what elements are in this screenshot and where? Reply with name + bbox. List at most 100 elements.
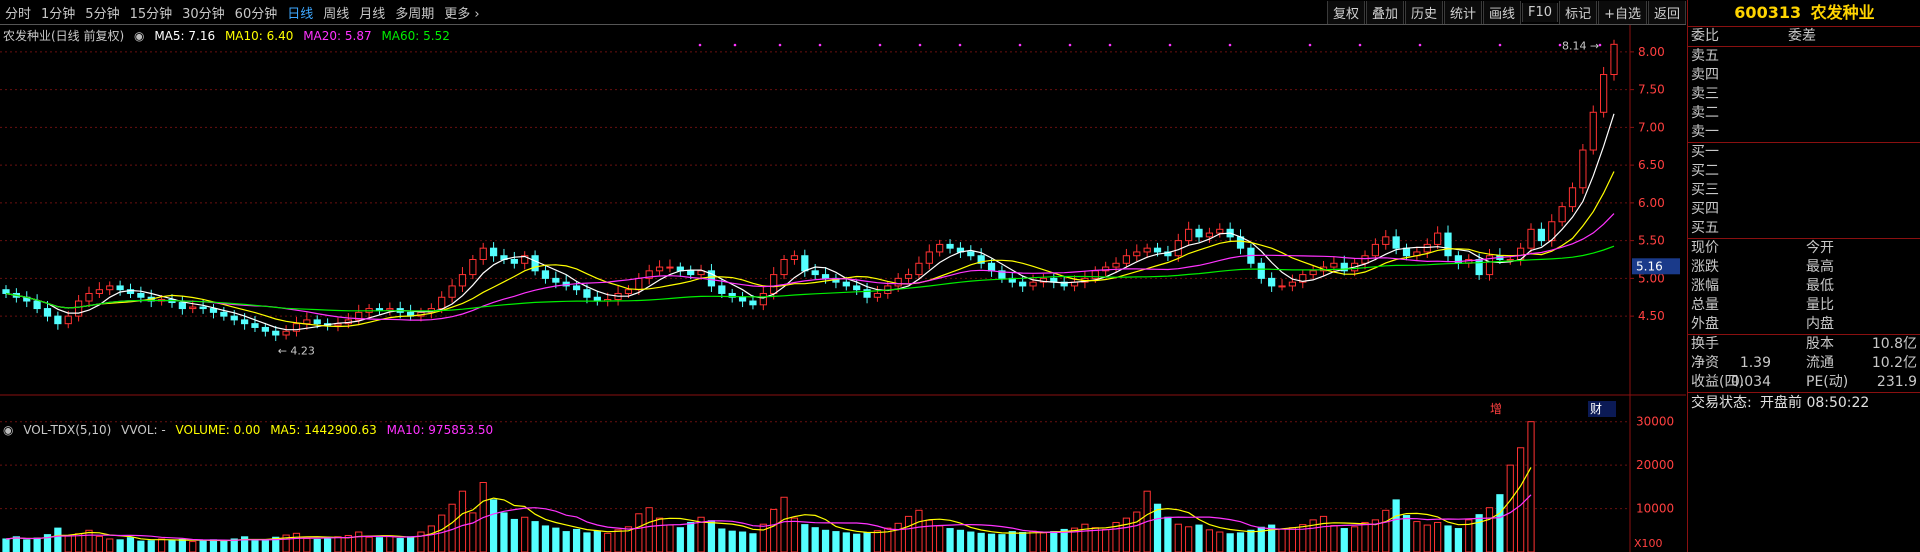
toolbar-button[interactable]: 画线 [1483,0,1522,24]
volume-bar [1081,523,1089,552]
event-dot [878,43,882,47]
volume-bar [33,537,41,552]
volume-bar [562,531,570,552]
period-tab[interactable]: 15分钟 [125,3,178,22]
event-dot [1558,43,1562,47]
quote-row: 买五 [1688,219,1920,238]
volume-bar [469,512,477,552]
candle-body [1568,187,1577,208]
candle-body [220,311,228,317]
stock-name: 农发种业 [1810,3,1875,22]
candle-body [801,255,809,272]
price-tick-label: 7.00 [1638,120,1665,134]
quote-row: 卖四 [1688,66,1920,85]
volume-bar [1434,521,1442,552]
volume-bar [552,527,560,552]
volume-bar [676,527,684,552]
volume-bar [261,539,269,552]
candle-body [541,270,550,279]
candle-body [811,270,819,276]
vvol-label: VVOL: - [121,423,166,437]
toolbar-button[interactable]: 叠加 [1365,0,1404,24]
period-tab[interactable]: 分时 [0,3,36,22]
toolbar-button[interactable]: 标记 [1559,0,1598,24]
candle-body [1610,43,1618,76]
volume-bar [1527,421,1535,552]
quote-row: 净资 1.39 流通 10.2亿 [1688,354,1920,373]
row-label: 净资 [1691,355,1719,371]
candle-body [624,289,633,294]
candle-body [946,243,954,249]
volume-bar [313,538,321,552]
period-tab[interactable]: 1分钟 [36,3,80,22]
price-tick-label: 4.50 [1638,309,1665,323]
volume-bar [1506,464,1514,552]
period-tab[interactable]: 月线 [354,3,390,22]
candle-body [1216,228,1224,234]
event-dot [1498,43,1502,47]
candle-body [853,285,861,291]
volume-bar [1485,507,1494,552]
event-marker: 财 [1590,402,1602,416]
volume-bar [137,540,145,552]
volume-label: VOLUME: 0.00 [175,423,261,437]
volume-bar [604,532,612,552]
quote-row: 收益(四) 0.034 PE(动) 231.9 [1688,373,1920,392]
quote-row: 外盘 内盘 [1688,315,1920,334]
volume-bar [1019,531,1027,552]
settings-icon[interactable]: ◉ [134,29,144,43]
settings-icon[interactable]: ◉ [3,423,13,437]
candle-body [1527,228,1535,249]
candle-body [1537,228,1545,242]
right-toolbar: 复权 叠加 历史 统计 画线 F10 标记 +自选 返回 [1326,0,1686,24]
volume-bar [220,540,228,552]
row-value: 0.034 [1730,374,1771,390]
price-tick-label: 5.50 [1638,234,1665,248]
period-tab[interactable]: 周线 [318,3,354,22]
toolbar-button[interactable]: 复权 [1326,0,1365,24]
toolbar-button[interactable]: F10 [1522,2,1559,22]
chart-area[interactable]: 8.00 7.50 7.00 6.50 6.00 5.50 5.00 4.50 30000 200… [0,25,1686,552]
row-label: 卖四 [1691,67,1719,83]
toolbar-button[interactable]: 统计 [1444,0,1483,24]
toolbar-button[interactable]: 历史 [1404,0,1443,24]
status-label: 交易状态: [1691,395,1752,411]
main-legend: 农发种业(日线 前复权) ◉ MA5: 7.16 MA10: 6.40 MA20… [3,27,456,43]
candle-body [687,270,695,276]
volume-bar [821,529,830,552]
candle-body [1371,243,1380,257]
period-tab[interactable]: 5分钟 [80,3,124,22]
candle-body [261,326,269,332]
candle-body [1257,262,1265,279]
vol-ma10-label: MA10: 975853.50 [386,423,494,437]
volume-bar [158,538,166,552]
volume-bar [759,523,767,552]
period-tab[interactable]: 30分钟 [177,3,230,22]
event-dot [1068,43,1072,47]
candle-body [1579,149,1587,189]
row-label-2: 股本 [1806,336,1834,352]
volume-bar [1454,528,1462,552]
period-toolbar: 分时 1分钟 5分钟 15分钟 30分钟 60分钟 日线 周线 月线 多周期 更多 › 复权 叠加 历史… [0,0,1686,25]
volume-bar [635,513,643,552]
toolbar-button[interactable]: 返回 [1647,0,1686,24]
candle-body [282,330,290,336]
row-value-2: 10.8亿 [1871,336,1917,352]
quote-row: 买二 [1688,162,1920,181]
volume-bar [12,536,20,552]
volume-bar [1185,526,1193,552]
period-tab[interactable]: 日线 [282,3,318,22]
price-tick-label: 6.00 [1638,196,1665,210]
volume-bar [489,499,498,552]
period-tab[interactable]: 更多 › [439,3,484,22]
toolbar-button[interactable]: +自选 [1598,0,1647,24]
volume-bar [780,496,788,552]
vol-indicator-name[interactable]: VOL-TDX(5,10) [23,423,111,437]
candle-body [821,274,830,279]
period-tab[interactable]: 60分钟 [230,3,283,22]
event-dot [778,43,782,47]
kline-svg[interactable]: 8.007.507.006.506.005.505.004.5030000200… [0,25,1686,552]
volume-bar [168,539,176,552]
candle-body [904,274,913,279]
period-tab[interactable]: 多周期 [390,3,439,22]
